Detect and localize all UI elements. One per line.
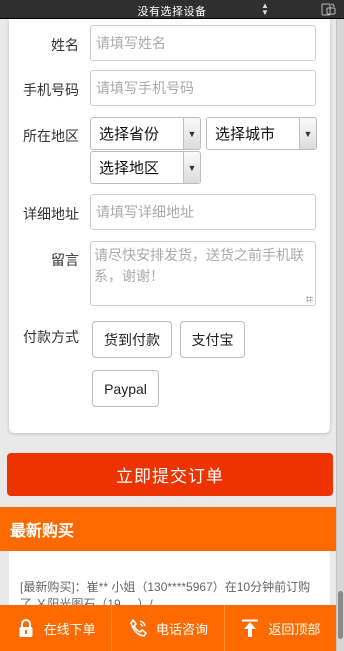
payment-option-alipay[interactable]: 支付宝 [180, 321, 245, 358]
back-to-top-button[interactable]: 返回顶部 [225, 605, 336, 651]
name-label: 姓名 [51, 37, 79, 53]
lock-icon [19, 619, 33, 637]
payment-label: 付款方式 [23, 329, 79, 345]
phone-input[interactable]: 请填写手机号码 [90, 70, 316, 106]
latest-purchase-header: 最新购买 [0, 507, 336, 551]
address-label: 详细地址 [23, 206, 79, 222]
chevron-down-icon[interactable]: ▼ [183, 118, 200, 149]
rotate-device-icon[interactable] [320, 2, 336, 16]
district-select-value: 选择地区 [99, 160, 160, 177]
submit-order-button[interactable]: 立即提交订单 [7, 453, 333, 496]
message-label: 留言 [51, 252, 79, 268]
name-input[interactable]: 请填写姓名 [90, 25, 316, 61]
order-online-label: 在线下单 [43, 621, 96, 637]
latest-purchase-list: [最新购买]：崔** 小姐（130****5967）在10分钟前订购了 ￥阳光图… [9, 551, 330, 611]
city-select[interactable]: 选择城市 ▼ [206, 117, 317, 150]
phone-consult-label: 电话咨询 [155, 621, 208, 637]
phone-icon [130, 619, 147, 637]
phone-label: 手机号码 [23, 82, 79, 98]
message-textarea[interactable]: 请尽快安排发货，送货之前手机联系，谢谢！ [90, 241, 316, 306]
province-select-value: 选择省份 [99, 126, 160, 143]
device-selector-bar[interactable]: 没有选择设备 ▲ ▼ [0, 0, 344, 19]
message-placeholder: 请尽快安排发货，送货之前手机联系，谢谢！ [94, 247, 304, 284]
scrollbar-thumb[interactable] [338, 591, 343, 639]
device-selector-label: 没有选择设备 [137, 6, 207, 18]
payment-option-cod[interactable]: 货到付款 [92, 321, 172, 358]
city-select-value: 选择城市 [215, 126, 276, 143]
chevron-down-icon[interactable]: ▼ [299, 118, 316, 149]
back-to-top-label: 返回顶部 [268, 621, 321, 637]
resize-grip-icon[interactable] [306, 296, 313, 303]
page-scrollbar[interactable] [336, 19, 344, 651]
address-input[interactable]: 请填写详细地址 [90, 194, 316, 230]
order-form-card: 姓名 请填写姓名 手机号码 请填写手机号码 所在地区 选择省份 ▼ 选择城市 ▼… [9, 19, 330, 433]
phone-consult-button[interactable]: 电话咨询 [112, 605, 225, 651]
back-to-top-icon [242, 619, 259, 637]
province-select[interactable]: 选择省份 ▼ [90, 117, 201, 150]
region-label: 所在地区 [23, 128, 79, 144]
device-selector-arrows-icon[interactable]: ▲ ▼ [261, 2, 269, 17]
bottom-action-bar: 在线下单 电话咨询 返回顶部 [0, 605, 336, 651]
district-select[interactable]: 选择地区 ▼ [90, 151, 201, 184]
order-online-button[interactable]: 在线下单 [0, 605, 113, 651]
payment-option-paypal[interactable]: Paypal [92, 370, 159, 407]
chevron-down-icon[interactable]: ▼ [183, 152, 200, 183]
